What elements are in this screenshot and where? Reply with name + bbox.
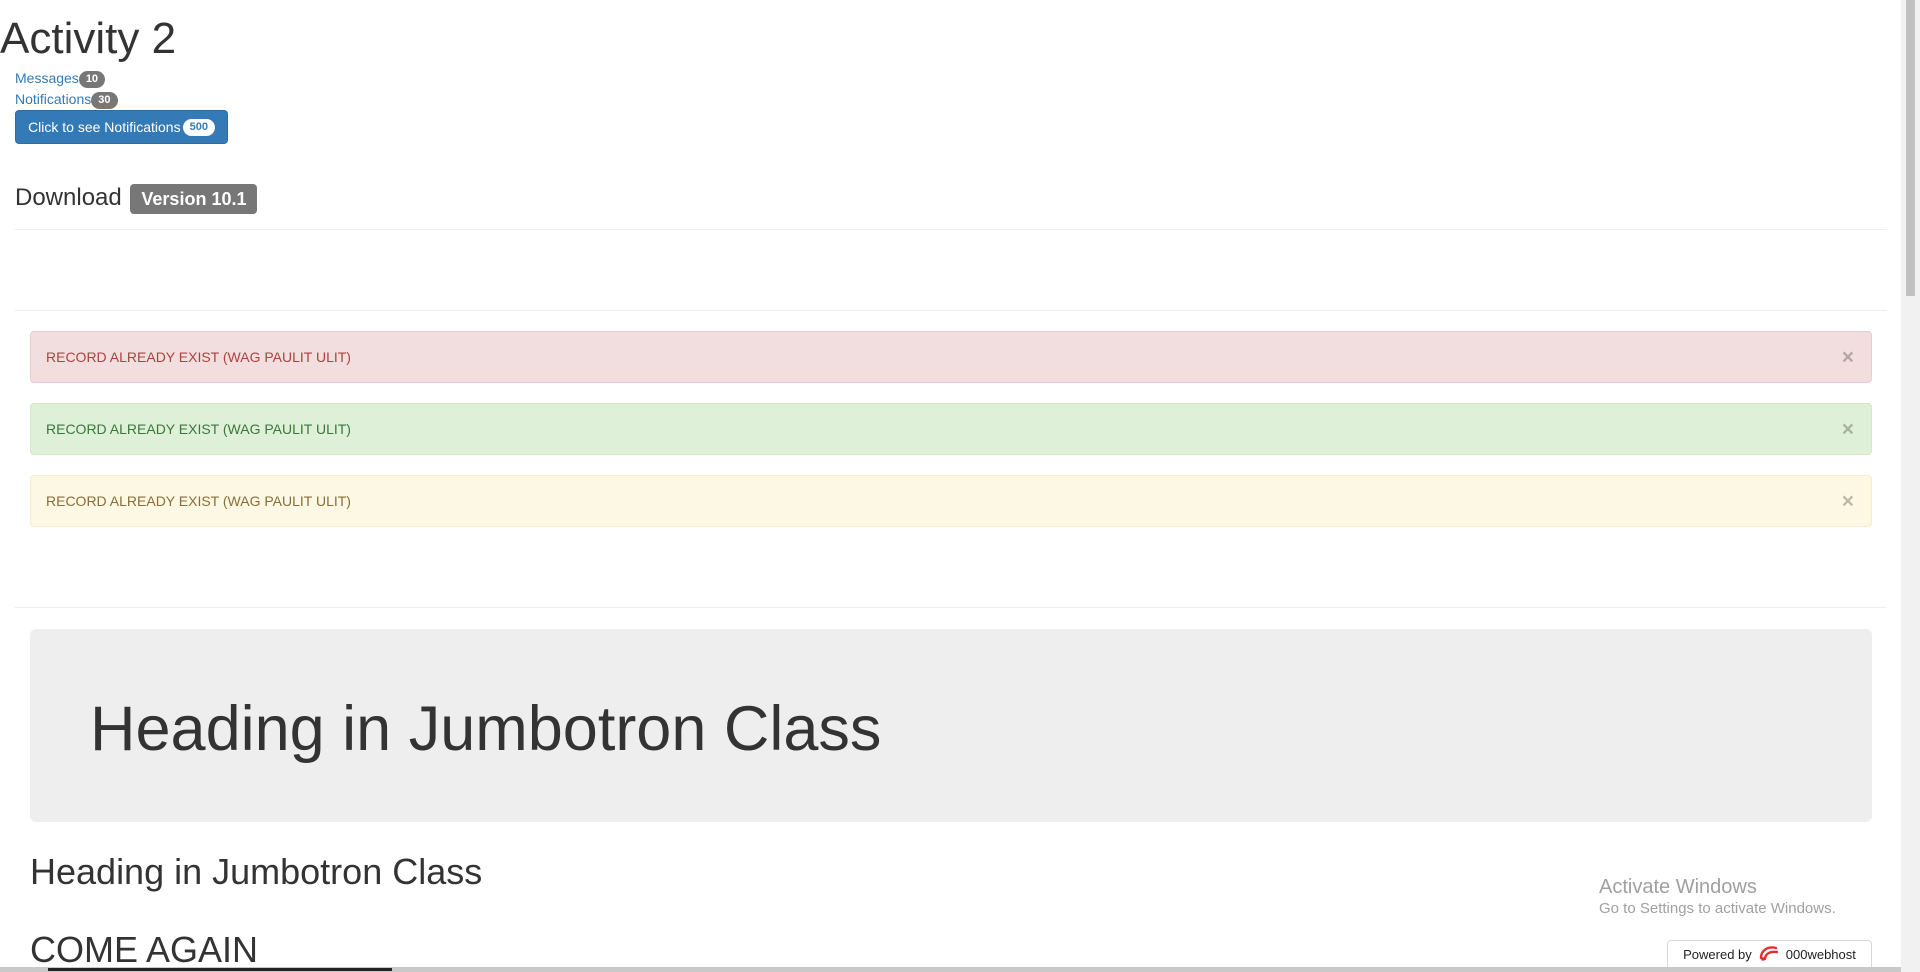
alert-message: RECORD ALREADY EXIST (WAG PAULIT ULIT) <box>46 493 351 509</box>
powered-by-label: Powered by <box>1683 947 1752 962</box>
jumbotron-heading: Heading in Jumbotron Class <box>90 694 882 764</box>
notifications-link[interactable]: Notifications <box>15 91 91 107</box>
see-notifications-count-badge: 500 <box>182 118 215 136</box>
messages-count-badge: 10 <box>78 70 106 88</box>
notifications-row: Notifications 30 <box>15 89 118 109</box>
see-notifications-label: Click to see Notifications <box>28 119 181 135</box>
alert-warning: RECORD ALREADY EXIST (WAG PAULIT ULIT) × <box>30 475 1872 527</box>
download-label: Download <box>15 184 122 211</box>
page: Activity 2 Messages 10 Notifications 30 Cl… <box>0 0 1901 972</box>
vertical-scrollbar[interactable] <box>1901 0 1920 972</box>
alert-danger: RECORD ALREADY EXIST (WAG PAULIT ULIT) × <box>30 331 1872 383</box>
see-notifications-button[interactable]: Click to see Notifications 500 <box>15 110 228 144</box>
jumbotron: Heading in Jumbotron Class <box>30 629 1872 822</box>
page-title: Activity 2 <box>0 14 177 63</box>
notifications-count-badge: 30 <box>91 91 118 109</box>
divider <box>15 229 1887 230</box>
download-heading: Download Version 10.1 <box>15 180 258 216</box>
close-icon[interactable]: × <box>1842 491 1854 512</box>
alert-message: RECORD ALREADY EXIST (WAG PAULIT ULIT) <box>46 421 351 437</box>
000webhost-logo-icon <box>1758 944 1780 965</box>
watermark-subtitle: Go to Settings to activate Windows. <box>1599 900 1836 917</box>
messages-row: Messages 10 <box>15 68 106 88</box>
watermark-title: Activate Windows <box>1599 876 1757 898</box>
divider <box>15 310 1887 311</box>
activate-windows-watermark: Activate Windows Go to Settings to activ… <box>1599 875 1836 919</box>
alert-message: RECORD ALREADY EXIST (WAG PAULIT ULIT) <box>46 349 351 365</box>
close-icon[interactable]: × <box>1842 419 1854 440</box>
divider <box>15 607 1887 608</box>
version-label: Version 10.1 <box>130 183 258 214</box>
scrollbar-thumb[interactable] <box>1906 0 1915 296</box>
bottom-progress-bar <box>0 967 1901 972</box>
close-icon[interactable]: × <box>1842 347 1854 368</box>
come-again-heading: COME AGAIN <box>30 929 259 970</box>
subheading: Heading in Jumbotron Class <box>30 851 483 892</box>
alert-success: RECORD ALREADY EXIST (WAG PAULIT ULIT) × <box>30 403 1872 455</box>
powered-by-badge[interactable]: Powered by 000webhost <box>1667 940 1872 968</box>
bottom-progress-fill <box>48 968 392 971</box>
powered-by-brand: 000webhost <box>1785 947 1856 962</box>
messages-link[interactable]: Messages <box>15 70 79 86</box>
